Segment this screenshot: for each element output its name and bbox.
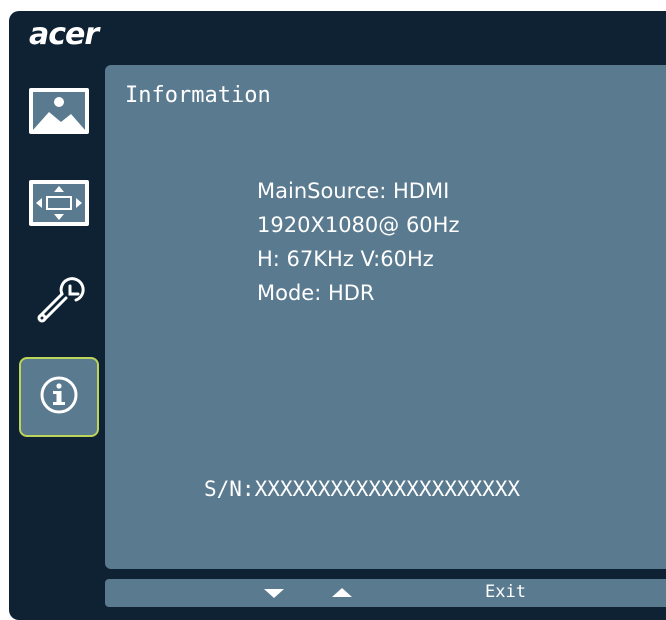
up-arrow-icon[interactable] [332, 588, 352, 597]
sidebar-item-picture[interactable] [19, 73, 99, 153]
sidebar-item-display[interactable] [19, 165, 99, 245]
sidebar-item-settings[interactable] [19, 261, 99, 341]
bottom-control-bar: Exit [105, 579, 666, 607]
information-panel: Information MainSource: HDMI 1920X1080@ … [105, 65, 666, 569]
picture-icon [27, 86, 91, 141]
frequency-text: H: 67KHz V:60Hz [257, 247, 434, 271]
sidebar-item-information[interactable] [19, 357, 99, 437]
osd-window: acer Information MainSource: HDMI 1920X1… [9, 11, 666, 620]
display-position-icon [27, 178, 91, 233]
exit-button[interactable]: Exit [485, 582, 526, 602]
acer-logo: acer [29, 17, 99, 52]
page-title: Information [125, 83, 271, 108]
wrench-settings-icon [32, 272, 86, 331]
main-source-text: MainSource: HDMI [257, 179, 450, 203]
down-arrow-icon[interactable] [264, 589, 284, 598]
resolution-text: 1920X1080@ 60Hz [257, 213, 460, 237]
serial-number-text: S/N:XXXXXXXXXXXXXXXXXXXXX [204, 477, 521, 501]
info-icon [39, 375, 79, 420]
mode-text: Mode: HDR [257, 281, 375, 305]
